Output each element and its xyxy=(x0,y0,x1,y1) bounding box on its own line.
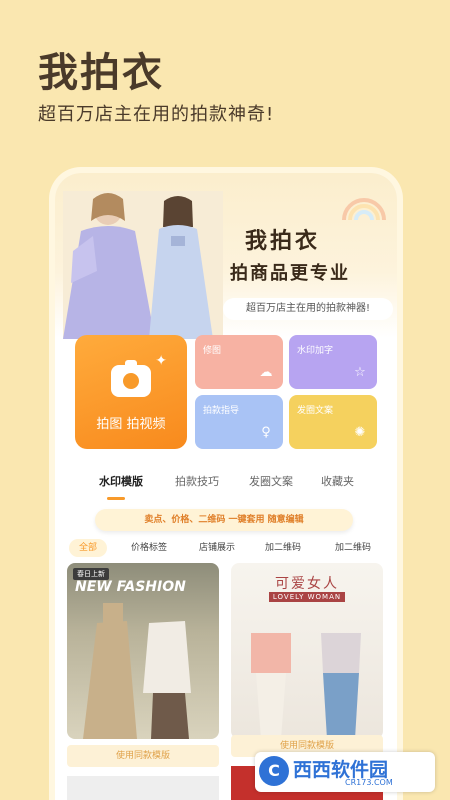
cloud-icon: ☁ xyxy=(259,365,273,380)
tile-label: 水印加字 xyxy=(297,346,334,356)
filter-qr-code-2[interactable]: 加二维码 xyxy=(335,539,371,557)
tile-label: 发圈文案 xyxy=(297,406,334,416)
tab-watermark-templates[interactable]: 水印模版 xyxy=(99,473,143,489)
outfit-photo xyxy=(83,603,191,739)
tab-shooting-tips[interactable]: 拍款技巧 xyxy=(175,473,219,489)
template-card[interactable]: 可爱女人 LOVELY WOMAN xyxy=(231,563,383,739)
promo-title: 我拍衣 xyxy=(38,50,164,96)
tab-favorites[interactable]: 收藏夹 xyxy=(321,473,354,489)
template-card-preview[interactable] xyxy=(67,776,219,800)
filter-all[interactable]: 全部 xyxy=(69,539,108,557)
filter-bar: 全部 价格标签 店铺展示 加二维码 加二维码 xyxy=(55,539,397,561)
hero-badge: 超百万店主在用的拍款神器! xyxy=(223,298,393,320)
card-headline: NEW FASHION xyxy=(75,579,186,595)
card-subtitle: LOVELY WOMAN xyxy=(231,592,383,602)
camera-icon xyxy=(111,360,151,397)
watermark-logo-icon: C xyxy=(259,756,289,786)
promo-subtitle: 超百万店主在用的拍款神奇! xyxy=(38,104,275,125)
hero-banner: 我拍衣 拍商品更专业 超百万店主在用的拍款神器! xyxy=(55,173,397,339)
tile-watermark[interactable]: 水印加字 ☆ xyxy=(289,335,377,389)
tile-post-copy[interactable]: 发圈文案 ✺ xyxy=(289,395,377,449)
filter-qr-code[interactable]: 加二维码 xyxy=(265,539,301,557)
sparkle-icon: ✦ xyxy=(155,353,167,369)
aperture-icon: ✺ xyxy=(354,425,366,440)
tile-label: 修图 xyxy=(203,346,222,356)
active-tab-indicator xyxy=(107,497,125,500)
star-icon: ☆ xyxy=(354,365,366,380)
outfit-photo xyxy=(251,633,361,739)
filter-shop-display[interactable]: 店铺展示 xyxy=(199,539,235,557)
template-card[interactable]: 春日上新 NEW FASHION xyxy=(67,563,219,739)
feature-banner: 卖点、价格、二维码 一键套用 随意编辑 xyxy=(95,509,353,531)
hero-title: 我拍衣 xyxy=(245,229,321,254)
filter-price-tag[interactable]: 价格标签 xyxy=(131,539,167,557)
rainbow-icon xyxy=(342,198,386,221)
site-watermark: C 西西软件园 CR173.COM xyxy=(255,752,435,792)
phone-frame: 我拍衣 拍商品更专业 超百万店主在用的拍款神器! ✦ 拍图 拍视频 修图 ☁ 水… xyxy=(55,173,397,800)
tile-retouch[interactable]: 修图 ☁ xyxy=(195,335,283,389)
hero-subtitle: 拍商品更专业 xyxy=(230,263,350,284)
watermark-site: CR173.COM xyxy=(345,778,393,787)
tab-post-copy[interactable]: 发圈文案 xyxy=(249,473,293,489)
camera-label: 拍图 拍视频 xyxy=(96,417,166,432)
card-headline: 可爱女人 xyxy=(275,576,339,592)
camera-button[interactable]: ✦ 拍图 拍视频 xyxy=(75,335,187,449)
tile-label: 拍款指导 xyxy=(203,406,240,416)
tab-bar: 水印模版 拍款技巧 发圈文案 收藏夹 xyxy=(55,473,397,503)
tile-shooting-guide[interactable]: 拍款指导 ♀ xyxy=(195,395,283,449)
dress-icon: ♀ xyxy=(261,425,271,440)
use-template-button[interactable]: 使用同款模版 xyxy=(67,745,219,767)
models-photo xyxy=(63,191,223,339)
